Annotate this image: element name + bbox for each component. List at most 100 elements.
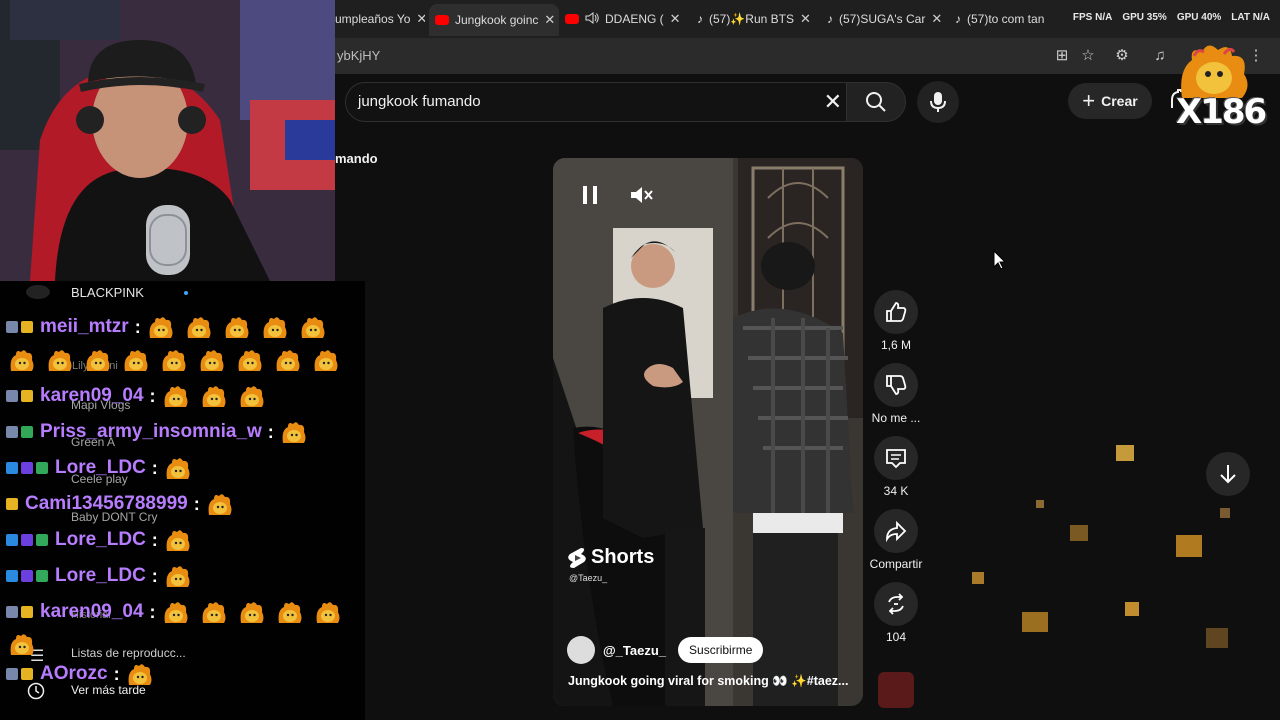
app-grid-icon[interactable]: ⊞	[1053, 47, 1071, 65]
browser-tab[interactable]: ♪ (57)SUGA's Car ✕	[827, 6, 947, 32]
comments-button[interactable]	[874, 436, 918, 480]
sidebar-ghost-item[interactable]: BLACKPINK	[71, 285, 144, 300]
flame-dog-emote-icon	[200, 350, 224, 371]
voice-search-button[interactable]	[917, 81, 959, 123]
dog-emote-icon	[1181, 45, 1248, 98]
close-icon[interactable]: ✕	[800, 11, 811, 27]
youtube-icon	[435, 15, 449, 25]
subscribe-button[interactable]: Suscribirme	[678, 637, 764, 663]
dislike-button[interactable]	[874, 363, 918, 407]
pause-button[interactable]	[573, 178, 607, 212]
chat-separator: :	[151, 529, 158, 550]
chat-username[interactable]: meii_mtzr	[40, 316, 129, 338]
chat-message: Cami13456788999:	[6, 486, 361, 522]
browser-tab-strip: umpleaños Yo ✕ Jungkook goinc ✕ DDAENG (…	[335, 0, 1280, 38]
browser-tab[interactable]: ♪ (57)to com tan	[955, 6, 1075, 32]
sound-thumbnail[interactable]	[878, 672, 914, 708]
channel-avatar[interactable]	[567, 636, 595, 664]
close-icon[interactable]: ✕	[416, 11, 425, 27]
media-control-icon[interactable]: ♫	[1151, 47, 1169, 65]
flame-dog-emote-icon	[86, 350, 110, 371]
muted-speaker-icon	[631, 187, 653, 203]
shorts-logo-icon	[568, 547, 586, 568]
chat-message: Lore_LDC:	[6, 558, 361, 594]
video-frame	[553, 158, 863, 706]
close-icon[interactable]: ✕	[670, 11, 681, 27]
chat-separator: :	[113, 663, 120, 684]
search-box[interactable]: jungkook fumando ✕	[345, 82, 857, 122]
chat-badge-icon	[21, 462, 33, 474]
remix-count: 104	[885, 630, 907, 644]
chat-badge-icon	[36, 462, 48, 474]
flame-dog-emote-icon	[316, 602, 340, 623]
browser-tab[interactable]: umpleaños Yo ✕	[335, 6, 425, 32]
stream-chat-overlay: BLACKPINK Lily Jenni Mapi Vlogs Green A …	[0, 281, 365, 720]
create-button[interactable]: + Crear	[1068, 83, 1152, 119]
emote-counter-overlay: X186	[1172, 40, 1267, 132]
chat-message: AOrozc:	[6, 658, 361, 690]
shorts-video-player[interactable]: Shorts @Taezu_ @_Taezu_ Suscribirme Jung…	[553, 158, 863, 706]
flame-dog-emote-icon	[166, 530, 190, 551]
stat-fps: FPS N/A	[1072, 12, 1113, 23]
search-input[interactable]: jungkook fumando	[358, 93, 481, 110]
flame-dog-emote-icon	[240, 602, 264, 623]
plus-icon: +	[1082, 88, 1096, 113]
flame-emote-icon	[1036, 500, 1044, 508]
chat-username[interactable]: Lore_LDC	[55, 529, 146, 551]
browser-tab[interactable]: DDAENG ( ✕	[565, 6, 685, 32]
chat-username[interactable]: Lore_LDC	[55, 565, 146, 587]
chat-badge-icon	[6, 570, 18, 582]
extensions-icon[interactable]: ⚙	[1113, 47, 1131, 65]
chat-badge-icon	[21, 426, 33, 438]
remix-icon	[888, 593, 904, 615]
star-icon[interactable]: ☆	[1079, 47, 1097, 65]
chat-username[interactable]: Lore_LDC	[55, 457, 146, 479]
like-button[interactable]	[874, 290, 918, 334]
browser-tab-active[interactable]: Jungkook goinc ✕	[429, 4, 559, 36]
search-icon	[866, 92, 886, 112]
close-icon[interactable]: ✕	[931, 11, 942, 27]
chat-username[interactable]: karen09_04	[40, 601, 144, 623]
share-icon	[886, 520, 907, 542]
stat-gpu: GPU 35%	[1122, 12, 1167, 23]
chat-separator: :	[134, 316, 141, 337]
chat-username[interactable]: Priss_army_insomnia_w	[40, 421, 262, 443]
address-bar[interactable]: ybKjHY ⊞ ☆ ⚙ ♫ ⋮	[335, 38, 1280, 74]
chat-badge-icon	[21, 390, 33, 402]
browser-tab[interactable]: ♪ (57)✨Run BTS ✕	[697, 6, 817, 32]
flame-dog-emote-icon	[276, 350, 300, 371]
chat-username[interactable]: Cami13456788999	[25, 493, 188, 515]
pause-icon	[583, 186, 597, 204]
flame-particles	[972, 440, 1270, 660]
chat-badge-icon	[36, 534, 48, 546]
clear-search-icon[interactable]: ✕	[824, 89, 842, 115]
stat-gpu-2: GPU 40%	[1176, 12, 1222, 23]
tab-label: (57)SUGA's Car	[839, 12, 926, 26]
video-title[interactable]: Jungkook going viral for smoking 👀 ✨#tae…	[568, 674, 848, 689]
thumbs-up-icon	[886, 302, 907, 322]
url-text[interactable]: ybKjHY	[337, 48, 380, 63]
mouse-cursor-icon	[993, 250, 1007, 270]
mute-button[interactable]	[625, 178, 659, 212]
share-button[interactable]	[874, 509, 918, 553]
flame-dog-emote-icon	[278, 602, 302, 623]
tab-label: (57)✨Run BTS	[709, 12, 794, 26]
flame-dog-emote-icon	[10, 350, 34, 371]
chat-username[interactable]: AOrozc	[40, 663, 108, 685]
flame-dog-emote-icon	[225, 317, 249, 338]
speaker-icon[interactable]	[585, 11, 599, 27]
flame-dog-emote-icon	[238, 350, 262, 371]
search-button[interactable]	[846, 82, 906, 122]
chat-message: karen09_04:	[6, 378, 361, 414]
channel-name[interactable]: @_Taezu_	[603, 643, 666, 658]
remix-button[interactable]	[874, 582, 918, 626]
flame-emote-icon	[1022, 612, 1048, 632]
chat-username[interactable]: karen09_04	[40, 385, 144, 407]
chat-message: Lore_LDC:	[6, 522, 361, 558]
chat-badge-icon	[21, 534, 33, 546]
microphone-icon	[930, 92, 946, 112]
chat-badge-icon	[6, 606, 18, 618]
chat-message	[6, 630, 361, 658]
close-icon[interactable]: ✕	[544, 12, 555, 28]
tab-label: Jungkook goinc	[455, 13, 539, 27]
